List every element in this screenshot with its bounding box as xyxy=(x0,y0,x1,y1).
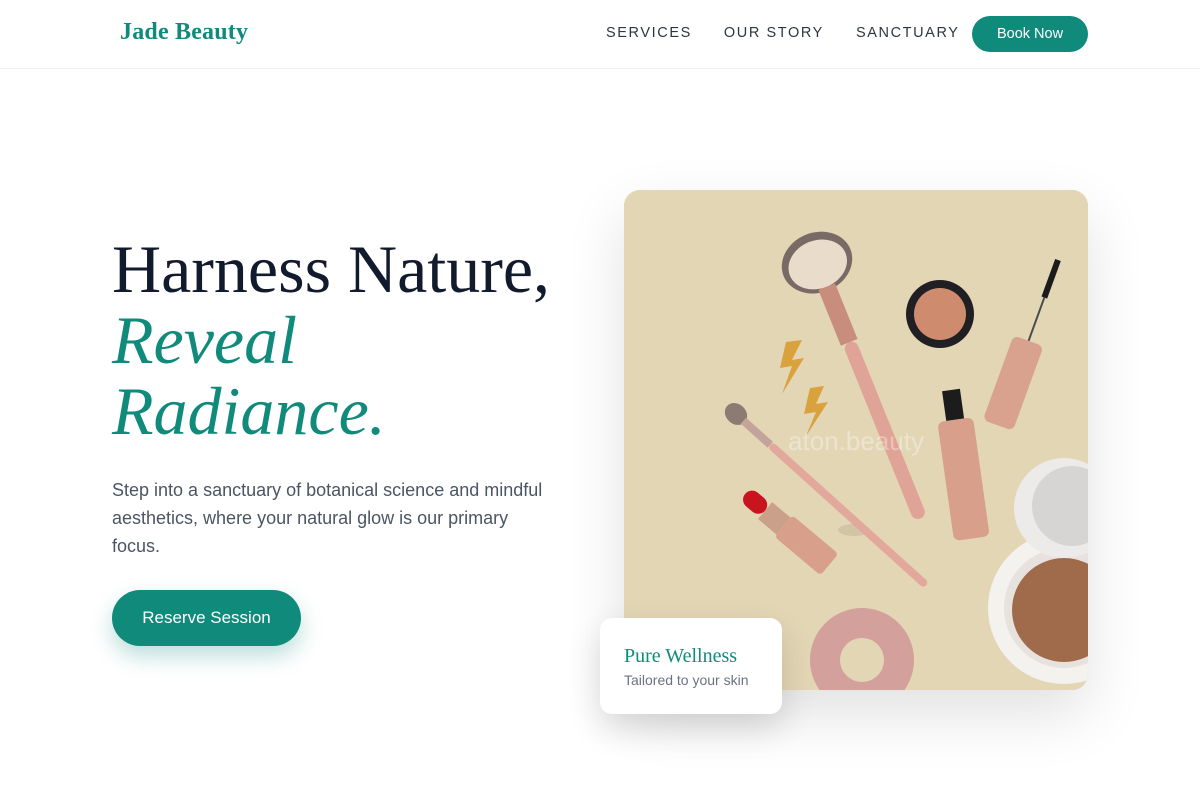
hero-title-line-3: Radiance. xyxy=(112,373,386,449)
hero-description: Step into a sanctuary of botanical scien… xyxy=(112,480,543,556)
site-header: Jade Beauty SERVICES OUR STORY SANCTUARY… xyxy=(0,0,1200,69)
nav-link-our-story[interactable]: OUR STORY xyxy=(724,24,824,42)
pure-wellness-card: Pure Wellness Tailored to your skin xyxy=(600,618,782,714)
hero-cosmetics-image: aton.beauty xyxy=(624,190,1088,690)
hero-title: Harness Nature, Reveal Radiance. xyxy=(112,234,602,447)
book-now-button[interactable]: Book Now xyxy=(972,16,1088,52)
hero-title-line-1: Harness Nature, xyxy=(112,231,551,307)
image-watermark: aton.beauty xyxy=(788,426,924,456)
brand-logo[interactable]: Jade Beauty xyxy=(120,19,248,46)
card-subtitle: Tailored to your skin xyxy=(624,672,749,688)
hero-title-line-2: Reveal xyxy=(112,302,297,378)
main-nav: SERVICES OUR STORY SANCTUARY xyxy=(606,24,992,42)
compact-icon xyxy=(906,280,974,348)
nav-link-services[interactable]: SERVICES xyxy=(606,24,692,42)
cosmetics-flatlay-illustration: aton.beauty xyxy=(624,190,1088,690)
card-title: Pure Wellness xyxy=(624,645,738,667)
reserve-session-button[interactable]: Reserve Session xyxy=(112,590,301,646)
nav-link-sanctuary[interactable]: SANCTUARY xyxy=(856,24,960,42)
